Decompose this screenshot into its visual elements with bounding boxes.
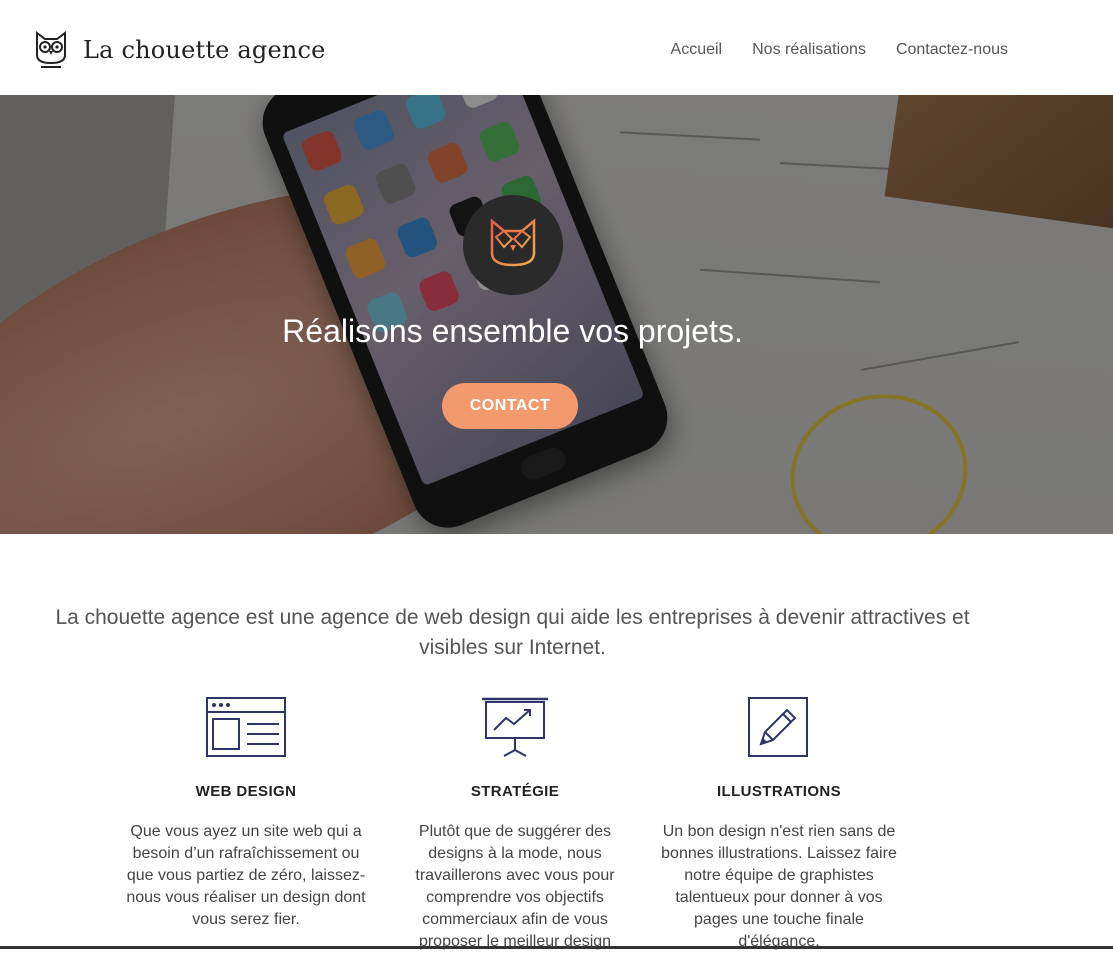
hero-banner: Réalisons ensemble vos projets. CONTACT (0, 95, 1113, 534)
hero-logo-badge (463, 195, 563, 295)
presentation-chart-icon (482, 697, 548, 757)
service-icon-wrapper (390, 696, 640, 760)
service-illustrations: ILLUSTRATIONS Un bon design n'est rien s… (654, 696, 904, 953)
brand-logo[interactable]: La chouette agence (33, 29, 326, 71)
intro-text: La chouette agence est une agence de web… (55, 606, 970, 659)
owl-icon (490, 218, 536, 273)
service-icon-wrapper (121, 696, 371, 760)
browser-window-icon (206, 697, 286, 757)
contact-button[interactable]: CONTACT (442, 383, 578, 429)
nav-realisations[interactable]: Nos réalisations (752, 41, 866, 59)
service-description: Un bon design n'est rien sans de bonnes … (661, 823, 897, 950)
main-nav: Accueil Nos réalisations Contactez-nous (671, 41, 1008, 59)
site-header: La chouette agence Accueil Nos réalisati… (0, 0, 1113, 95)
service-description: Que vous ayez un site web qui a besoin d… (126, 823, 366, 928)
service-title: WEB DESIGN (195, 783, 297, 800)
pencil-icon (748, 697, 808, 757)
service-description: Plutôt que de suggérer des designs à la … (415, 823, 615, 950)
service-strategie: STRATÉGIE Plutôt que de suggérer des des… (390, 696, 640, 953)
nav-contact[interactable]: Contactez-nous (896, 41, 1008, 59)
nav-accueil[interactable]: Accueil (671, 41, 723, 59)
brand-name: La chouette agence (83, 36, 326, 64)
hero-title: Réalisons ensemble vos projets. (282, 313, 743, 349)
service-icon-wrapper (654, 696, 904, 760)
service-web-design: WEB DESIGN Que vous ayez un site web qui… (121, 696, 371, 931)
service-title: STRATÉGIE (470, 783, 560, 800)
service-title: ILLUSTRATIONS (716, 783, 842, 800)
owl-icon (36, 31, 66, 68)
